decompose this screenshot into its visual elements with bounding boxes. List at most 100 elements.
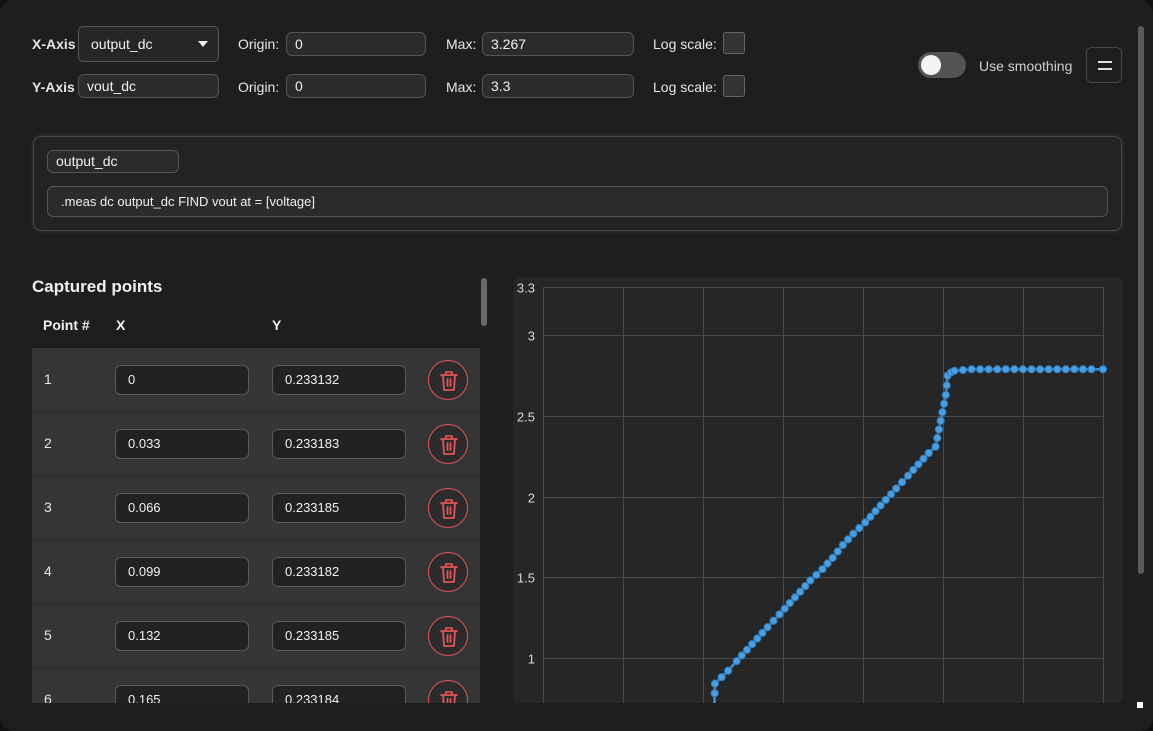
- captured-points-title: Captured points: [32, 277, 163, 296]
- y-max-input[interactable]: 3.3: [482, 74, 634, 98]
- table-row: 2 0.033 0.233183: [32, 412, 480, 476]
- data-point: [717, 673, 726, 682]
- y-tick-label: 2.5: [517, 410, 535, 425]
- measurement-panel: output_dc .meas dc output_dc FIND vout a…: [33, 136, 1122, 231]
- trash-icon: [440, 627, 458, 647]
- data-point: [1053, 365, 1062, 374]
- resize-handle[interactable]: [1137, 702, 1143, 708]
- table-row: 3 0.066 0.233185: [32, 476, 480, 540]
- data-point: [1035, 365, 1045, 374]
- point-x-input[interactable]: 0.033: [115, 429, 249, 459]
- data-point: [1018, 365, 1028, 374]
- trash-icon: [440, 371, 458, 391]
- y-origin-input[interactable]: 0: [286, 74, 426, 98]
- measurement-command-input[interactable]: .meas dc output_dc FIND vout at = [volta…: [47, 186, 1108, 217]
- x-origin-label: Origin:: [238, 36, 280, 52]
- window-bottom-edge: [0, 703, 1153, 731]
- data-point: [710, 689, 719, 698]
- point-y-input[interactable]: 0.233182: [272, 557, 406, 587]
- point-x-input[interactable]: 0.066: [115, 493, 249, 523]
- y-log-label: Log scale:: [653, 79, 717, 95]
- points-scrollbar[interactable]: [481, 278, 487, 326]
- data-point: [958, 365, 968, 375]
- page-scrollbar[interactable]: [1138, 26, 1144, 574]
- x-origin-input[interactable]: 0: [286, 32, 426, 56]
- y-tick-label: 3.3: [517, 281, 535, 296]
- data-point: [769, 616, 778, 625]
- data-point: [1044, 365, 1053, 374]
- chevron-down-icon: [198, 41, 208, 47]
- point-number: 3: [44, 499, 52, 515]
- data-point: [1098, 365, 1108, 374]
- data-point: [941, 390, 950, 400]
- y-max-label: Max:: [446, 79, 477, 95]
- col-header-num: Point #: [43, 317, 90, 333]
- point-y-input[interactable]: 0.233185: [272, 493, 406, 523]
- menu-button[interactable]: [1086, 47, 1122, 83]
- data-point: [763, 623, 772, 632]
- x-log-label: Log scale:: [653, 36, 717, 52]
- data-point: [936, 416, 945, 425]
- smoothing-toggle[interactable]: [918, 52, 966, 78]
- col-header-x: X: [116, 317, 126, 333]
- data-point: [724, 666, 733, 675]
- point-x-input[interactable]: 0.099: [115, 557, 249, 587]
- x-axis-label: X-Axis: [32, 36, 76, 52]
- y-tick-label: 1.5: [517, 571, 535, 586]
- col-header-y: Y: [272, 317, 282, 333]
- x-max-input[interactable]: 3.267: [482, 32, 634, 56]
- point-y-input[interactable]: 0.233185: [272, 621, 406, 651]
- delete-point-button[interactable]: [428, 552, 468, 592]
- data-point: [1070, 365, 1079, 374]
- line-chart[interactable]: 3.3 3 2.5 2 1.5 1: [513, 277, 1123, 704]
- data-point: [1087, 365, 1096, 374]
- data-point: [967, 365, 976, 374]
- delete-point-button[interactable]: [428, 360, 468, 400]
- y-origin-label: Origin:: [238, 79, 280, 95]
- point-number: 2: [44, 435, 52, 451]
- data-point: [950, 366, 959, 375]
- series-line: [713, 367, 1103, 704]
- delete-point-button[interactable]: [428, 424, 468, 464]
- data-point: [993, 365, 1002, 374]
- y-tick-label: 1: [528, 652, 535, 667]
- point-number: 5: [44, 627, 52, 643]
- table-row: 5 0.132 0.233185: [32, 604, 480, 668]
- x-axis-select[interactable]: output_dc: [78, 26, 219, 62]
- delete-point-button[interactable]: [428, 488, 468, 528]
- data-point: [1061, 365, 1070, 374]
- y-axis-input[interactable]: vout_dc: [78, 74, 219, 98]
- data-point: [938, 408, 947, 417]
- point-x-input[interactable]: 0.132: [115, 621, 249, 651]
- smoothing-label: Use smoothing: [979, 58, 1073, 74]
- point-number: 1: [44, 371, 52, 387]
- toggle-knob: [921, 55, 941, 75]
- data-point: [828, 553, 837, 562]
- measurement-name-input[interactable]: output_dc: [47, 150, 179, 173]
- point-x-input[interactable]: 0: [115, 365, 249, 395]
- data-point: [942, 381, 951, 390]
- data-point: [934, 425, 944, 434]
- point-y-input[interactable]: 0.233183: [272, 429, 406, 459]
- data-point: [806, 576, 815, 585]
- point-y-input[interactable]: 0.233132: [272, 365, 406, 395]
- data-point: [710, 679, 720, 688]
- menu-icon: [1098, 61, 1112, 63]
- data-point: [984, 365, 993, 374]
- data-point: [940, 399, 949, 408]
- data-point: [1001, 365, 1010, 374]
- menu-icon-line: [1098, 68, 1112, 70]
- data-point: [933, 433, 942, 443]
- x-log-checkbox[interactable]: [723, 32, 745, 54]
- delete-point-button[interactable]: [428, 616, 468, 656]
- y-log-checkbox[interactable]: [723, 75, 745, 97]
- y-tick-label: 2: [528, 491, 535, 506]
- y-axis-label: Y-Axis: [32, 79, 75, 95]
- table-row: 4 0.099 0.233182: [32, 540, 480, 604]
- data-point: [849, 529, 858, 538]
- table-row: 1 0 0.233132: [32, 348, 480, 412]
- x-max-label: Max:: [446, 36, 477, 52]
- trash-icon: [440, 499, 458, 519]
- data-point: [855, 523, 864, 533]
- chart-container: 3.3 3 2.5 2 1.5 1: [513, 277, 1123, 704]
